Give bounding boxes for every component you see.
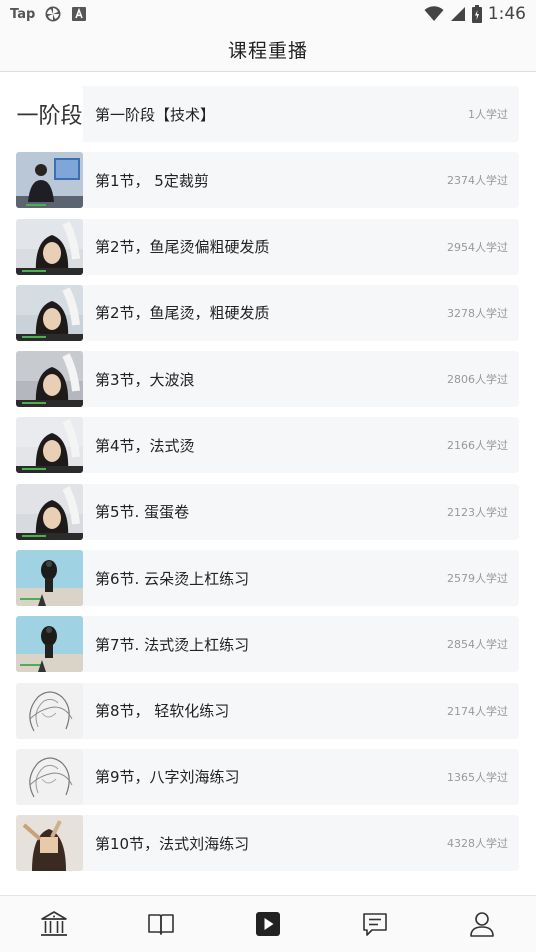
status-left: Tap: [10, 6, 87, 22]
course-thumbnail[interactable]: [16, 748, 83, 805]
course-thumbnail[interactable]: [16, 616, 83, 673]
message-icon: [363, 913, 387, 936]
learner-count: 4328人学过: [447, 837, 508, 851]
course-item[interactable]: 第4节，法式烫 2166人学过: [16, 417, 519, 474]
course-item[interactable]: 第2节，鱼尾烫，粗硬发质 3278人学过: [16, 284, 519, 341]
tab-home[interactable]: [24, 896, 84, 952]
learner-count: 1人学过: [468, 108, 508, 121]
cell-signal-icon: [450, 6, 466, 22]
course-item[interactable]: 第6节. 云朵烫上杠练习 2579人学过: [16, 550, 519, 607]
course-item[interactable]: 一阶段 第一阶段【技术】 1人学过: [16, 86, 519, 142]
course-thumbnail[interactable]: [16, 483, 83, 540]
tab-bar: [0, 895, 536, 952]
pinwheel-icon: [45, 6, 61, 22]
learner-count: 2854人学过: [447, 638, 508, 652]
learner-count: 2166人学过: [447, 439, 508, 453]
course-thumbnail[interactable]: [16, 218, 83, 275]
header: 课程重播: [0, 28, 536, 72]
course-thumbnail[interactable]: [16, 152, 83, 209]
font-app-icon: [71, 6, 87, 22]
course-title: 第6节. 云朵烫上杠练习: [95, 569, 250, 588]
course-thumbnail[interactable]: [16, 682, 83, 739]
learner-count: 2174人学过: [447, 704, 508, 718]
course-title: 第9节，八字刘海练习: [95, 768, 240, 787]
learner-count: 2374人学过: [447, 174, 508, 188]
course-title: 第10节，法式刘海练习: [95, 834, 250, 853]
learner-count: 3278人学过: [447, 306, 508, 320]
battery-icon: [471, 5, 482, 23]
tab-messages[interactable]: [345, 896, 405, 952]
course-title: 第2节，鱼尾烫偏粗硬发质: [95, 238, 270, 257]
course-item[interactable]: 第3节，大波浪 2806人学过: [16, 351, 519, 408]
tap-badge: Tap: [10, 6, 36, 22]
course-item[interactable]: 第5节. 蛋蛋卷 2123人学过: [16, 483, 519, 540]
course-item[interactable]: 第2节，鱼尾烫偏粗硬发质 2954人学过: [16, 218, 519, 275]
wifi-icon: [424, 6, 444, 22]
open-book-icon: [147, 914, 174, 935]
course-list[interactable]: 一阶段 第一阶段【技术】 1人学过第1节， 5定裁剪 2374人学过第2节，鱼尾烫偏粗…: [16, 86, 519, 882]
status-right: 1:46: [424, 4, 526, 24]
course-item[interactable]: 第10节，法式刘海练习 4328人学过: [16, 815, 519, 872]
course-thumbnail[interactable]: [16, 550, 83, 607]
institution-icon: [40, 911, 67, 936]
course-title: 第5节. 蛋蛋卷: [95, 503, 190, 522]
course-thumbnail[interactable]: [16, 815, 83, 872]
status-bar: Tap 1:46: [0, 0, 536, 28]
course-title: 第一阶段【技术】: [95, 105, 216, 124]
course-thumbnail[interactable]: 一阶段: [16, 86, 83, 142]
course-title: 第2节，鱼尾烫，粗硬发质: [95, 304, 270, 323]
course-item[interactable]: 第7节. 法式烫上杠练习 2854人学过: [16, 616, 519, 673]
tab-replay[interactable]: [238, 896, 298, 952]
thumbnail-text: 一阶段: [16, 104, 83, 129]
course-thumbnail[interactable]: [16, 417, 83, 474]
learner-count: 2123人学过: [447, 505, 508, 519]
course-title: 第3节，大波浪: [95, 370, 195, 389]
course-title: 第7节. 法式烫上杠练习: [95, 635, 250, 654]
course-thumbnail[interactable]: [16, 351, 83, 408]
course-item[interactable]: 第9节，八字刘海练习 1365人学过: [16, 748, 519, 805]
status-time: 1:46: [487, 4, 526, 24]
tab-profile[interactable]: [452, 896, 512, 952]
learner-count: 2954人学过: [447, 240, 508, 254]
course-item[interactable]: 第1节， 5定裁剪 2374人学过: [16, 152, 519, 209]
course-title: 第1节， 5定裁剪: [95, 171, 209, 190]
course-thumbnail[interactable]: [16, 284, 83, 341]
play-square-icon: [255, 912, 280, 936]
course-title: 第8节， 轻软化练习: [95, 702, 230, 721]
course-item[interactable]: 第8节， 轻软化练习 2174人学过: [16, 682, 519, 739]
learner-count: 2806人学过: [447, 373, 508, 387]
learner-count: 1365人学过: [447, 770, 508, 784]
page-title: 课程重播: [227, 40, 308, 62]
tab-courses[interactable]: [131, 896, 191, 952]
course-title: 第4节，法式烫: [95, 436, 195, 455]
learner-count: 2579人学过: [447, 572, 508, 586]
person-icon: [470, 912, 495, 937]
